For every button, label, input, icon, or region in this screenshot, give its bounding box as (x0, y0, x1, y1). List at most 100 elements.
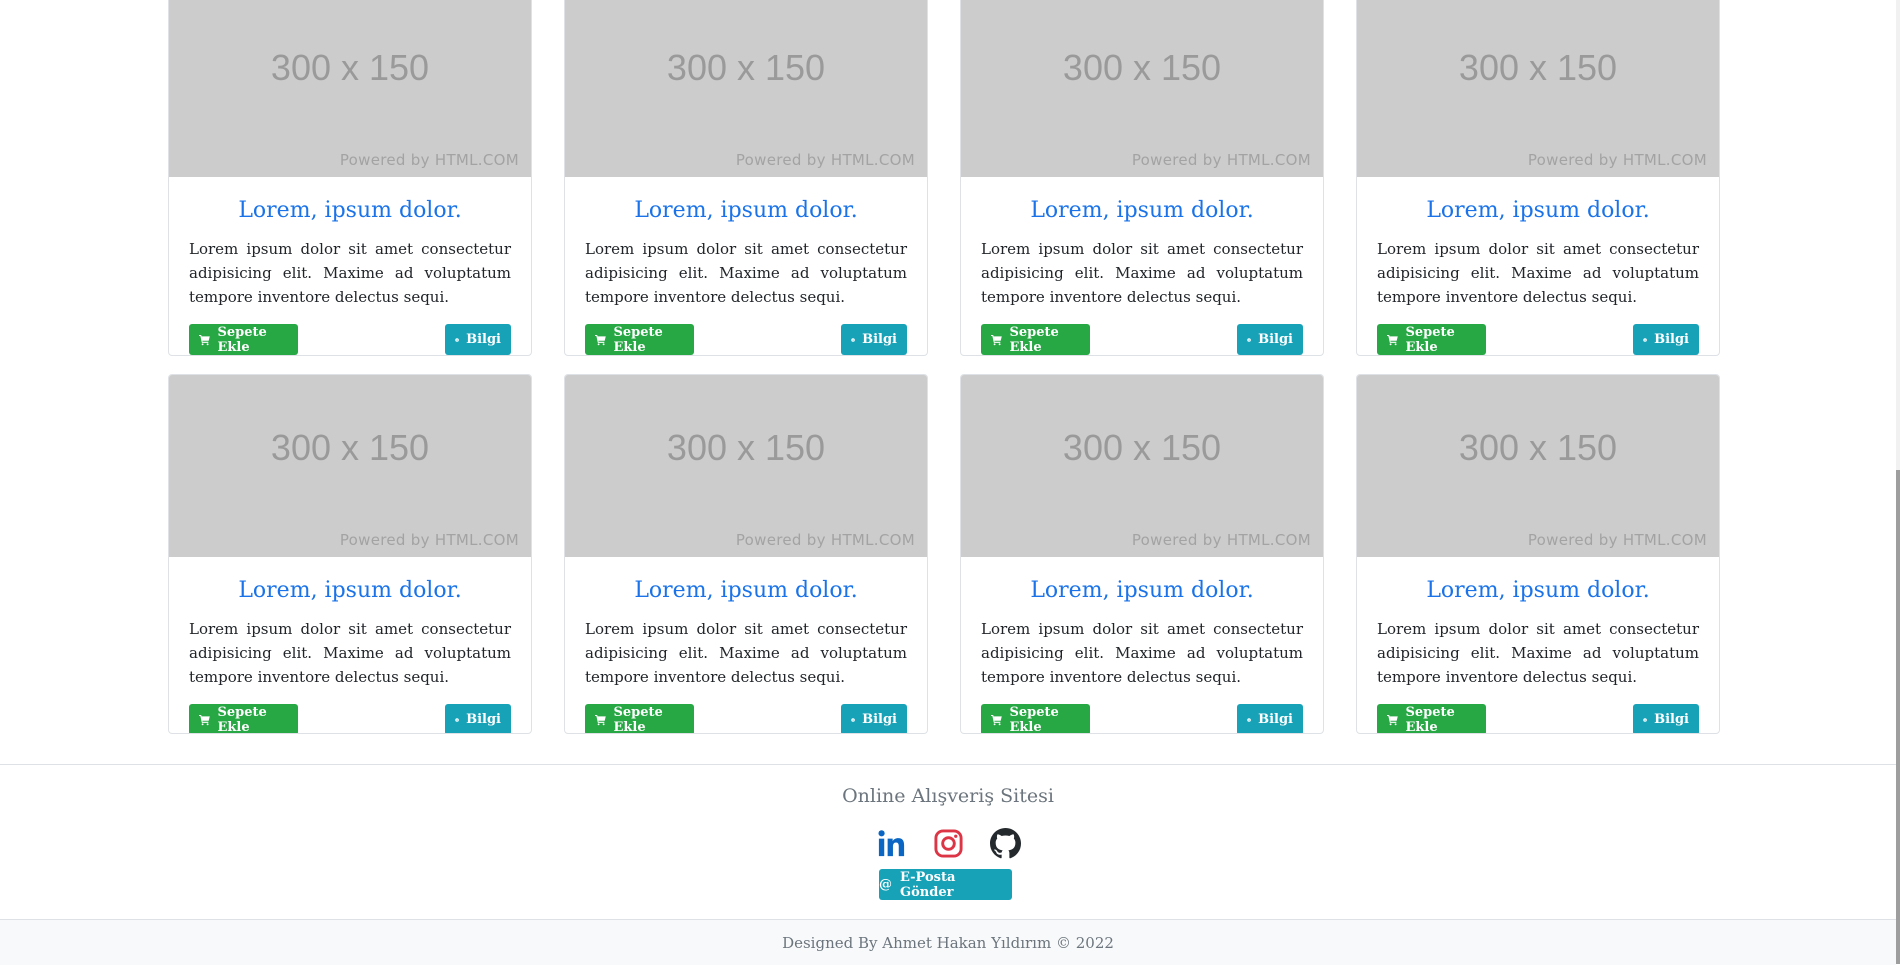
info-label: Bilgi (862, 332, 897, 347)
product-title: Lorem, ipsum dolor. (1426, 198, 1650, 223)
add-to-cart-label: Sepete Ekle (1009, 704, 1059, 734)
image-credit: Powered by HTML.COM (735, 151, 915, 169)
copyright-text: Designed By Ahmet Hakan Yıldırım © 2022 (782, 934, 1114, 952)
product-card: 300 x 150 Powered by HTML.COM Lorem, ips… (1356, 0, 1720, 356)
add-to-cart-label: Sepete Ekle (613, 704, 663, 734)
site-footer: Online Alışveriş Sitesi @ E-Posta Gönder (0, 764, 1896, 921)
product-image-placeholder: 300 x 150 Powered by HTML.COM (1357, 375, 1719, 557)
cart-icon (991, 334, 1002, 345)
cart-icon (1387, 714, 1398, 725)
add-to-cart-button[interactable]: Sepete Ekle (981, 324, 1090, 355)
product-description: Lorem ipsum dolor sit amet consectetur a… (981, 620, 1303, 686)
add-to-cart-label: Sepete Ekle (1405, 324, 1455, 355)
product-description: Lorem ipsum dolor sit amet consectetur a… (189, 240, 511, 306)
product-image-placeholder: 300 x 150 Powered by HTML.COM (169, 0, 531, 177)
add-to-cart-label: Sepete Ekle (613, 324, 663, 355)
add-to-cart-button[interactable]: Sepete Ekle (585, 324, 694, 355)
image-credit: Powered by HTML.COM (339, 151, 519, 169)
product-card: 300 x 150 Powered by HTML.COM Lorem, ips… (1356, 374, 1720, 734)
image-size-label: 300 x 150 (666, 427, 826, 468)
add-to-cart-label: Sepete Ekle (1405, 704, 1455, 734)
add-to-cart-label: Sepete Ekle (1009, 324, 1059, 355)
product-description: Lorem ipsum dolor sit amet consectetur a… (1377, 620, 1699, 686)
info-icon (1643, 337, 1647, 342)
info-label: Bilgi (1654, 712, 1689, 727)
cart-icon (991, 714, 1002, 725)
info-icon (455, 337, 459, 342)
product-card: 300 x 150 Powered by HTML.COM Lorem, ips… (960, 374, 1324, 734)
page-viewport: 300 x 150 Powered by HTML.COM Lorem, ips… (0, 0, 1896, 965)
info-button[interactable]: Bilgi (1633, 704, 1699, 733)
add-to-cart-button[interactable]: Sepete Ekle (1377, 704, 1486, 734)
github-icon[interactable] (989, 828, 1021, 859)
cart-icon (595, 334, 606, 345)
info-button[interactable]: Bilgi (1237, 324, 1303, 355)
product-description: Lorem ipsum dolor sit amet consectetur a… (1377, 240, 1699, 306)
image-credit: Powered by HTML.COM (1527, 151, 1707, 169)
image-size-label: 300 x 150 (1458, 47, 1618, 88)
add-to-cart-button[interactable]: Sepete Ekle (1377, 324, 1486, 355)
info-label: Bilgi (1654, 332, 1689, 347)
product-image-placeholder: 300 x 150 Powered by HTML.COM (565, 0, 927, 177)
info-label: Bilgi (466, 332, 501, 347)
image-credit: Powered by HTML.COM (339, 531, 519, 549)
add-to-cart-button[interactable]: Sepete Ekle (981, 704, 1090, 734)
product-card: 300 x 150 Powered by HTML.COM Lorem, ips… (168, 374, 532, 734)
info-icon (1247, 337, 1251, 342)
social-links (0, 828, 1896, 859)
product-description: Lorem ipsum dolor sit amet consectetur a… (981, 240, 1303, 306)
image-size-label: 300 x 150 (1062, 427, 1222, 468)
vertical-scrollbar[interactable] (1896, 0, 1900, 964)
linkedin-icon[interactable] (876, 828, 907, 859)
image-credit: Powered by HTML.COM (1527, 531, 1707, 549)
product-image-placeholder: 300 x 150 Powered by HTML.COM (1357, 0, 1719, 177)
info-button[interactable]: Bilgi (1237, 704, 1303, 733)
info-button[interactable]: Bilgi (841, 324, 907, 355)
scrollbar-thumb[interactable] (1896, 470, 1900, 964)
product-title: Lorem, ipsum dolor. (1426, 578, 1650, 603)
add-to-cart-button[interactable]: Sepete Ekle (585, 704, 694, 734)
product-title: Lorem, ipsum dolor. (238, 198, 462, 223)
info-icon (1643, 717, 1647, 722)
product-title: Lorem, ipsum dolor. (634, 578, 858, 603)
image-size-label: 300 x 150 (666, 47, 826, 88)
product-card: 300 x 150 Powered by HTML.COM Lorem, ips… (564, 0, 928, 356)
cart-icon (1387, 334, 1398, 345)
footer-title: Online Alışveriş Sitesi (842, 785, 1054, 807)
product-card: 300 x 150 Powered by HTML.COM Lorem, ips… (168, 0, 532, 356)
image-size-label: 300 x 150 (1062, 47, 1222, 88)
cart-icon (199, 714, 210, 725)
product-image-placeholder: 300 x 150 Powered by HTML.COM (961, 0, 1323, 177)
product-description: Lorem ipsum dolor sit amet consectetur a… (585, 240, 907, 306)
product-grid: 300 x 150 Powered by HTML.COM Lorem, ips… (168, 0, 1723, 734)
product-card: 300 x 150 Powered by HTML.COM Lorem, ips… (564, 374, 928, 734)
info-button[interactable]: Bilgi (1633, 324, 1699, 355)
product-description: Lorem ipsum dolor sit amet consectetur a… (585, 620, 907, 686)
info-button[interactable]: Bilgi (445, 704, 511, 733)
add-to-cart-label: Sepete Ekle (217, 704, 267, 734)
product-description: Lorem ipsum dolor sit amet consectetur a… (189, 620, 511, 686)
image-size-label: 300 x 150 (270, 47, 430, 88)
image-credit: Powered by HTML.COM (1131, 531, 1311, 549)
info-label: Bilgi (862, 712, 897, 727)
info-icon (851, 337, 855, 342)
info-button[interactable]: Bilgi (841, 704, 907, 733)
cart-icon (199, 334, 210, 345)
product-title: Lorem, ipsum dolor. (238, 578, 462, 603)
send-email-button[interactable]: @ E-Posta Gönder (879, 869, 1012, 900)
info-button[interactable]: Bilgi (445, 324, 511, 355)
info-label: Bilgi (466, 712, 501, 727)
product-title: Lorem, ipsum dolor. (1030, 578, 1254, 603)
image-size-label: 300 x 150 (270, 427, 430, 468)
image-size-label: 300 x 150 (1458, 427, 1618, 468)
info-icon (851, 717, 855, 722)
info-icon (1247, 717, 1251, 722)
info-label: Bilgi (1258, 332, 1293, 347)
add-to-cart-button[interactable]: Sepete Ekle (189, 704, 298, 734)
instagram-icon[interactable] (933, 828, 964, 859)
add-to-cart-button[interactable]: Sepete Ekle (189, 324, 298, 355)
at-sign-icon: @ (879, 877, 892, 892)
info-label: Bilgi (1258, 712, 1293, 727)
add-to-cart-label: Sepete Ekle (217, 324, 267, 355)
image-credit: Powered by HTML.COM (1131, 151, 1311, 169)
